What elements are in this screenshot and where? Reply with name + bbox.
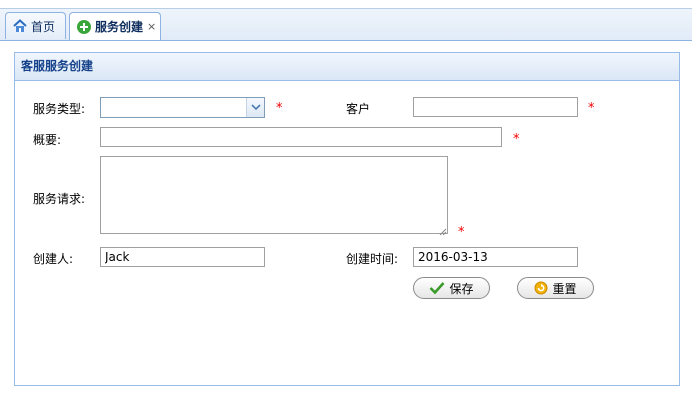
summary-input[interactable] bbox=[100, 127, 502, 147]
create-time-input[interactable] bbox=[413, 247, 578, 267]
close-icon[interactable]: × bbox=[147, 20, 156, 33]
service-type-label: 服务类型: bbox=[33, 102, 86, 116]
service-request-textarea[interactable] bbox=[100, 156, 448, 234]
chevron-down-icon[interactable] bbox=[246, 98, 264, 117]
checkmark-icon bbox=[429, 281, 445, 295]
customer-input[interactable] bbox=[413, 97, 578, 117]
tab-bar: 首页 服务创建 × bbox=[0, 8, 692, 41]
service-request-label: 服务请求: bbox=[33, 192, 86, 206]
creator-label: 创建人: bbox=[33, 252, 74, 266]
service-type-select[interactable] bbox=[100, 97, 265, 118]
panel-title: 客服服务创建 bbox=[15, 53, 679, 81]
save-button-label: 保存 bbox=[449, 281, 474, 296]
add-circle-icon bbox=[76, 19, 92, 35]
summary-label: 概要: bbox=[33, 133, 62, 147]
tab-home-label: 首页 bbox=[31, 19, 56, 34]
reset-icon bbox=[534, 281, 548, 295]
save-button[interactable]: 保存 bbox=[413, 277, 490, 299]
reset-button[interactable]: 重置 bbox=[517, 277, 594, 299]
service-request-required-mark: * bbox=[458, 225, 465, 240]
create-time-label: 创建时间: bbox=[346, 252, 399, 266]
tab-service-create[interactable]: 服务创建 × bbox=[69, 12, 161, 40]
customer-required-mark: * bbox=[588, 101, 595, 116]
tab-service-create-label: 服务创建 bbox=[95, 20, 144, 34]
reset-button-label: 重置 bbox=[552, 281, 577, 296]
customer-label: 客户 bbox=[346, 102, 371, 116]
resize-grip-icon[interactable] bbox=[439, 225, 447, 236]
creator-input[interactable] bbox=[100, 247, 265, 267]
home-icon bbox=[12, 18, 28, 34]
service-type-required-mark: * bbox=[276, 101, 283, 116]
tab-home[interactable]: 首页 bbox=[5, 12, 66, 39]
summary-required-mark: * bbox=[513, 132, 520, 147]
service-request-wrapper bbox=[100, 156, 448, 236]
